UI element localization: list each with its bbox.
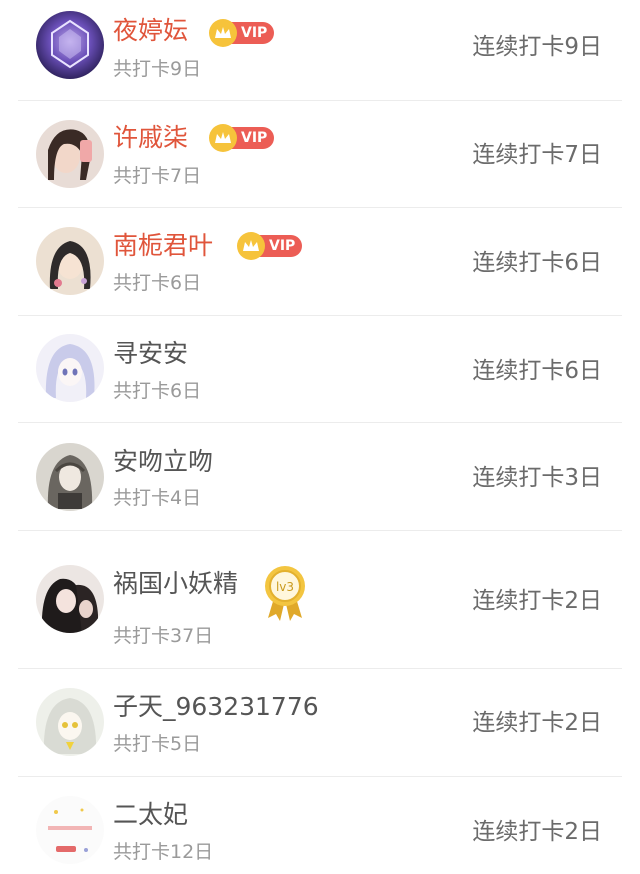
crown-icon: [237, 232, 265, 260]
total-checkin-count: 共打卡37日: [113, 625, 214, 647]
avatar[interactable]: [36, 120, 104, 188]
avatar[interactable]: [36, 565, 104, 633]
vip-badge: VIP: [209, 19, 275, 47]
user-name[interactable]: 南栀君叶: [113, 231, 213, 261]
user-name[interactable]: 夜婷妘: [113, 16, 188, 46]
avatar[interactable]: [36, 688, 104, 756]
avatar[interactable]: [36, 796, 104, 864]
avatar[interactable]: [36, 443, 104, 511]
streak-text: 连续打卡2日: [472, 819, 602, 845]
crown-icon: [209, 124, 237, 152]
avatar[interactable]: [36, 11, 104, 79]
list-item[interactable]: 安吻立吻 共打卡4日 连续打卡3日: [18, 423, 622, 531]
list-item[interactable]: 子天_963231776 共打卡5日 连续打卡2日: [18, 669, 622, 777]
streak-text: 连续打卡7日: [472, 142, 602, 168]
total-checkin-count: 共打卡4日: [113, 487, 202, 509]
total-checkin-count: 共打卡6日: [113, 380, 202, 402]
user-name[interactable]: 安吻立吻: [113, 447, 213, 477]
streak-text: 连续打卡2日: [472, 588, 602, 614]
streak-text: 连续打卡9日: [472, 34, 602, 60]
list-item[interactable]: 寻安安 共打卡6日 连续打卡6日: [18, 316, 622, 423]
total-checkin-count: 共打卡9日: [113, 58, 202, 80]
list-item[interactable]: 二太妃 共打卡12日 连续打卡2日: [18, 777, 622, 874]
list-item[interactable]: 南栀君叶 VIP 共打卡6日 连续打卡6日: [18, 208, 622, 316]
user-name[interactable]: 许戚柒: [113, 123, 188, 153]
avatar[interactable]: [36, 334, 104, 402]
total-checkin-count: 共打卡6日: [113, 272, 202, 294]
checkin-ranking-list: 夜婷妘 VIP 共打卡9日 连续打卡9日 许戚柒 VIP 共打卡7日 连续打卡7…: [0, 0, 640, 874]
crown-icon: [209, 19, 237, 47]
streak-text: 连续打卡3日: [472, 465, 602, 491]
user-name[interactable]: 祸国小妖精: [113, 569, 238, 599]
list-item[interactable]: 祸国小妖精 lv3 共打卡37日 连续打卡2日: [18, 531, 622, 669]
streak-text: 连续打卡2日: [472, 710, 602, 736]
streak-text: 连续打卡6日: [472, 358, 602, 384]
user-name[interactable]: 子天_963231776: [113, 692, 319, 722]
list-item[interactable]: 许戚柒 VIP 共打卡7日 连续打卡7日: [18, 101, 622, 208]
total-checkin-count: 共打卡5日: [113, 733, 202, 755]
user-name[interactable]: 二太妃: [113, 800, 188, 830]
vip-badge: VIP: [237, 232, 303, 260]
vip-badge: VIP: [209, 124, 275, 152]
total-checkin-count: 共打卡12日: [113, 841, 214, 863]
level-medal-icon: lv3: [262, 564, 308, 622]
avatar[interactable]: [36, 227, 104, 295]
list-item[interactable]: 夜婷妘 VIP 共打卡9日 连续打卡9日: [18, 0, 622, 101]
total-checkin-count: 共打卡7日: [113, 165, 202, 187]
level-label: lv3: [276, 580, 294, 594]
streak-text: 连续打卡6日: [472, 250, 602, 276]
user-name[interactable]: 寻安安: [113, 339, 188, 369]
